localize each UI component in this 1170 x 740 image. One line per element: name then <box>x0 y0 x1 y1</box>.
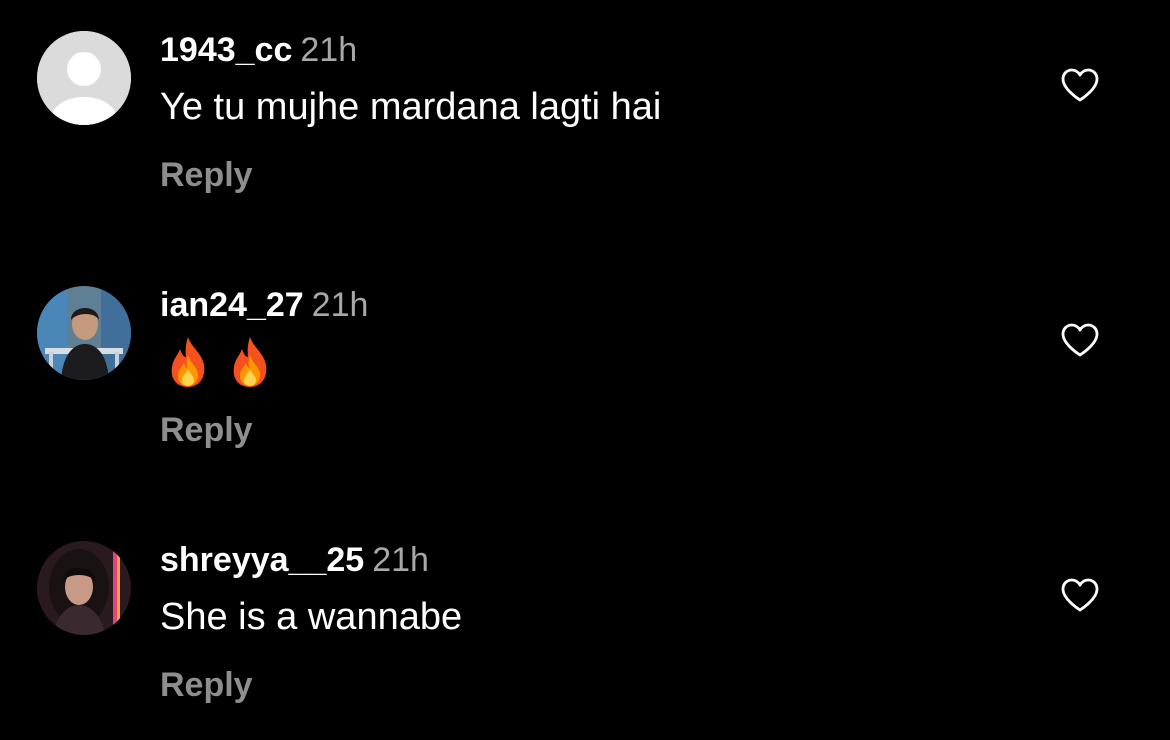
avatar[interactable] <box>37 286 131 380</box>
comment-item: 1943_cc 21h Ye tu mujhe mardana lagti hai… <box>0 0 1170 230</box>
timestamp: 21h <box>300 31 358 69</box>
timestamp: 21h <box>311 286 369 324</box>
heart-outline-icon[interactable] <box>1060 322 1100 358</box>
profile-photo <box>37 286 131 380</box>
comment-item: shreyya__25 21h She is a wannabe Reply <box>0 510 1170 740</box>
comment-text: Ye tu mujhe mardana lagti hai <box>160 86 662 128</box>
reply-button[interactable]: Reply <box>160 410 253 450</box>
profile-photo <box>37 541 131 635</box>
reply-button[interactable]: Reply <box>160 155 253 195</box>
comment-text <box>164 335 274 391</box>
heart-outline-icon[interactable] <box>1060 67 1100 103</box>
comment-meta: 1943_cc 21h <box>160 30 357 70</box>
comment-text: She is a wannabe <box>160 596 463 638</box>
heart-outline-icon[interactable] <box>1060 577 1100 613</box>
timestamp: 21h <box>372 541 429 579</box>
reply-button[interactable]: Reply <box>160 665 253 705</box>
username[interactable]: 1943_cc <box>160 31 292 69</box>
comment-meta: ian24_27 21h <box>160 285 368 325</box>
avatar[interactable] <box>37 31 131 125</box>
comment-item: ian24_27 21h Reply <box>0 255 1170 485</box>
username[interactable]: ian24_27 <box>160 286 304 324</box>
comment-meta: shreyya__25 21h <box>160 540 429 580</box>
avatar[interactable] <box>37 541 131 635</box>
username[interactable]: shreyya__25 <box>160 541 364 579</box>
default-avatar-icon <box>37 31 131 125</box>
fire-emoji <box>171 337 205 387</box>
fire-emoji <box>233 337 267 387</box>
